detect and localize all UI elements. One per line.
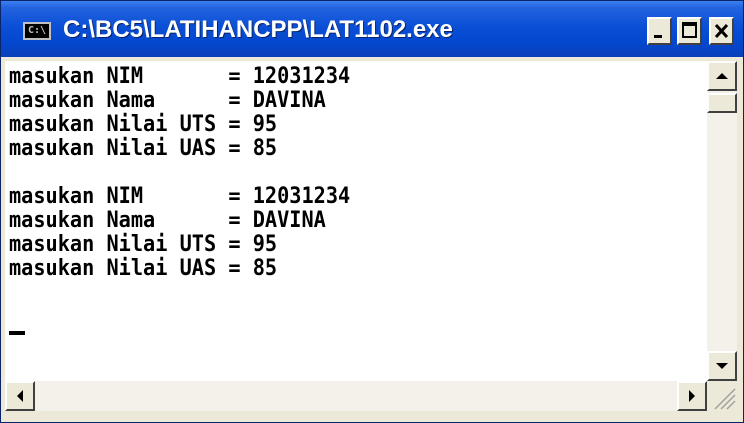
title-bar[interactable]: C:\ C:\BC5\LATIHANCPP\LAT1102.exe bbox=[1, 1, 743, 57]
maximize-button[interactable] bbox=[677, 17, 702, 45]
console-line: masukan Nilai UAS = 85 bbox=[9, 136, 278, 161]
vertical-scroll-thumb[interactable] bbox=[707, 93, 737, 113]
minimize-button[interactable] bbox=[647, 17, 672, 45]
scroll-up-button[interactable] bbox=[707, 61, 737, 91]
scroll-down-arrow-icon bbox=[716, 363, 728, 369]
console-line: masukan Nama = DAVINA bbox=[9, 208, 326, 233]
scroll-left-arrow-icon bbox=[17, 390, 23, 402]
close-icon bbox=[714, 23, 729, 39]
scroll-right-button[interactable] bbox=[677, 381, 707, 411]
resize-grip-icon bbox=[714, 388, 736, 410]
console-output-area[interactable]: masukan NIM = 12031234 masukan Nama = DA… bbox=[5, 61, 707, 381]
console-line: masukan NIM = 12031234 bbox=[9, 64, 351, 89]
maximize-icon bbox=[682, 22, 697, 38]
scroll-right-arrow-icon bbox=[689, 390, 695, 402]
close-button[interactable] bbox=[709, 17, 734, 45]
console-line: masukan Nilai UAS = 85 bbox=[9, 256, 278, 281]
console-window: C:\ C:\BC5\LATIHANCPP\LAT1102.exe masuka… bbox=[0, 0, 744, 423]
vertical-scrollbar[interactable] bbox=[707, 61, 737, 381]
text-cursor bbox=[9, 331, 25, 335]
console-line: masukan Nama = DAVINA bbox=[9, 88, 326, 113]
console-line: masukan Nilai UTS = 95 bbox=[9, 232, 278, 257]
window-title: C:\BC5\LATIHANCPP\LAT1102.exe bbox=[63, 16, 453, 43]
scroll-left-button[interactable] bbox=[5, 381, 35, 411]
horizontal-scrollbar[interactable] bbox=[5, 381, 707, 411]
console-line: masukan Nilai UTS = 95 bbox=[9, 112, 278, 137]
scroll-down-button[interactable] bbox=[707, 351, 737, 381]
scroll-up-arrow-icon bbox=[716, 73, 728, 79]
resize-grip[interactable] bbox=[707, 381, 737, 411]
console-app-icon[interactable]: C:\ bbox=[23, 22, 51, 40]
console-text: masukan NIM = 12031234 masukan Nama = DA… bbox=[9, 65, 350, 281]
minimize-icon bbox=[654, 35, 662, 38]
console-line: masukan NIM = 12031234 bbox=[9, 184, 351, 209]
